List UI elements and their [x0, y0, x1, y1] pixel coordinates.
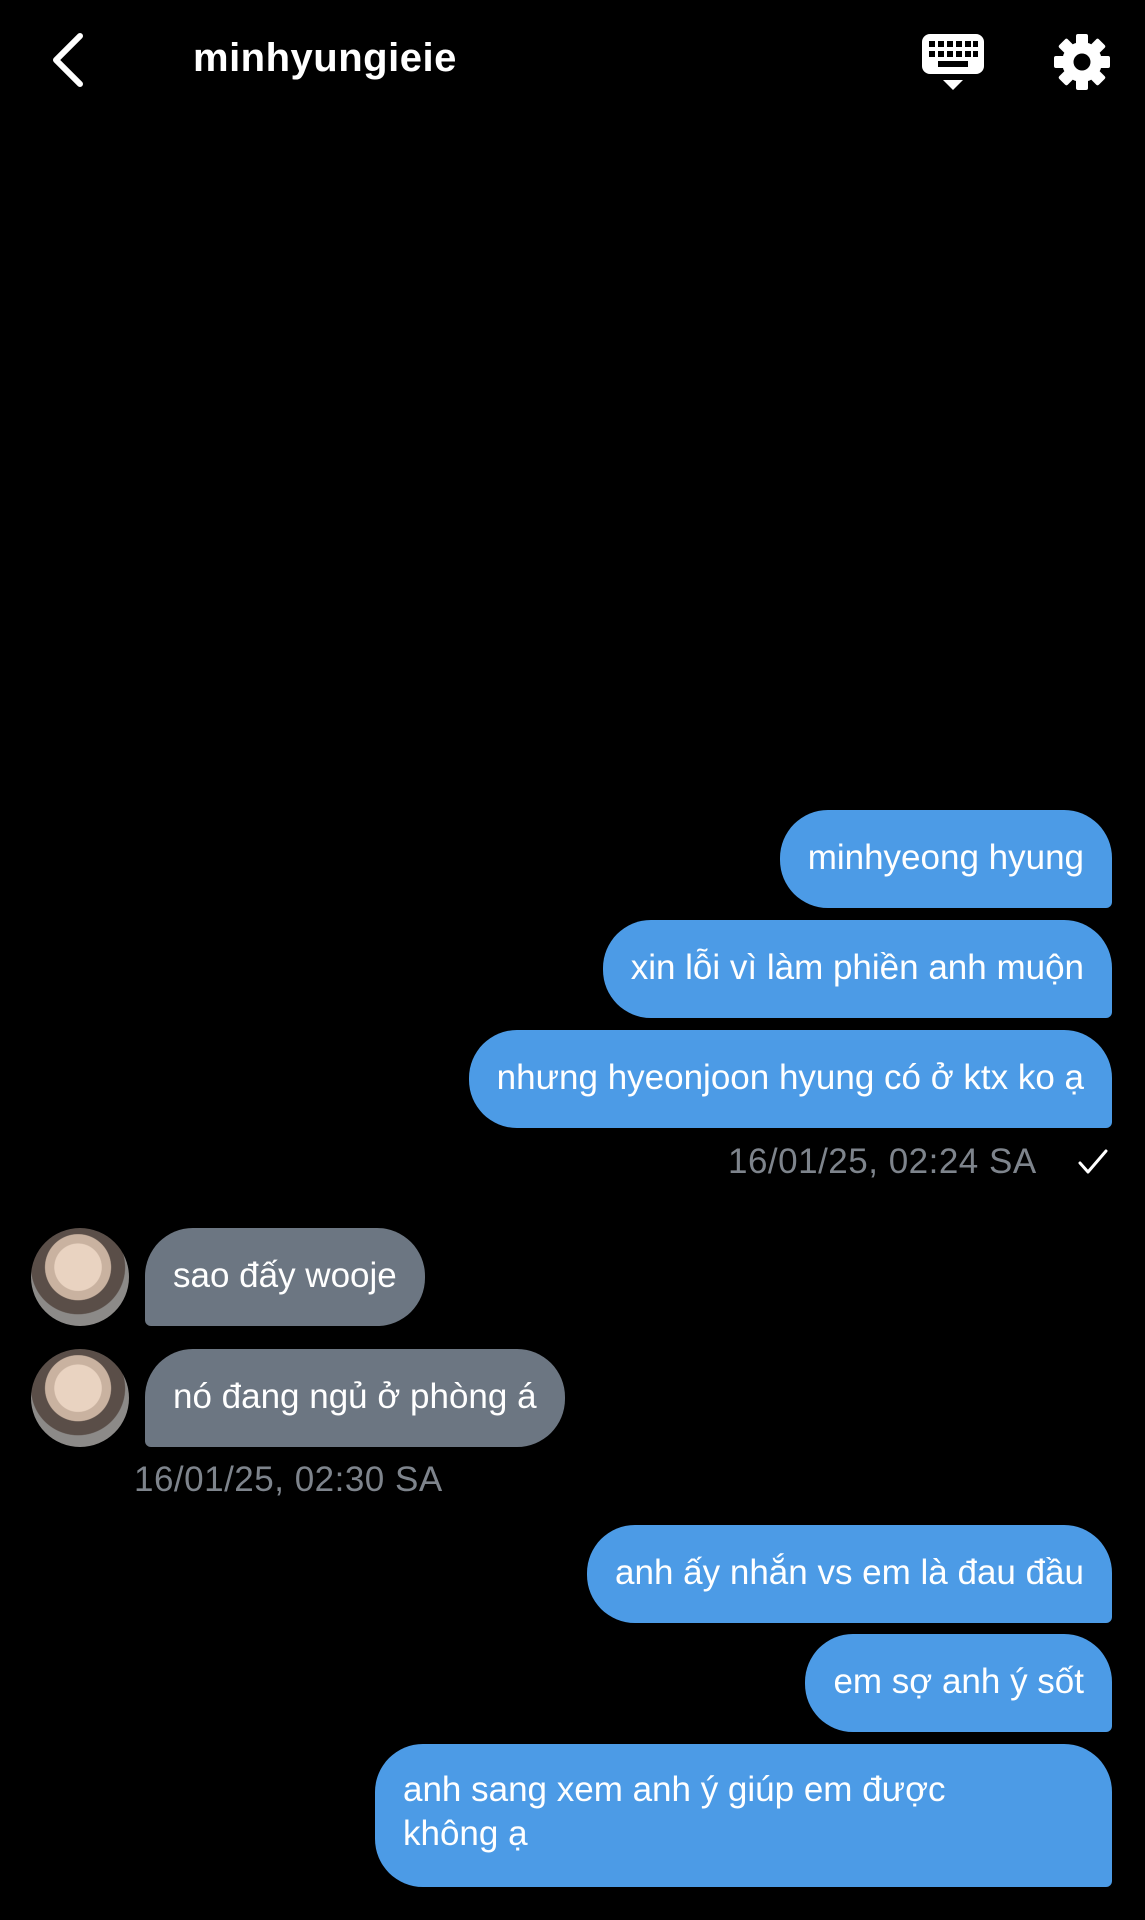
message-text: nó đang ngủ ở phòng á	[173, 1377, 537, 1416]
outgoing-message[interactable]: anh sang xem anh ý giúp em được không ạ	[375, 1744, 1112, 1887]
outgoing-message[interactable]: nhưng hyeonjoon hyung có ở ktx ko ạ	[468, 1030, 1112, 1128]
message-text-line: anh sang xem anh ý giúp em được	[403, 1770, 946, 1809]
message-text: nhưng hyeonjoon hyung có ở ktx ko ạ	[496, 1058, 1084, 1097]
outgoing-message[interactable]: xin lỗi vì làm phiền anh muộn	[602, 920, 1112, 1018]
message-text: anh ấy nhắn vs em là đau đầu	[615, 1553, 1084, 1592]
incoming-message[interactable]: sao đấy wooje	[145, 1228, 425, 1326]
outgoing-message[interactable]: anh ấy nhắn vs em là đau đầu	[587, 1525, 1112, 1623]
timestamp: 16/01/25, 02:30 SA	[134, 1460, 443, 1499]
message-text: sao đấy wooje	[173, 1256, 397, 1295]
avatar[interactable]	[31, 1349, 129, 1447]
outgoing-message[interactable]: em sợ anh ý sốt	[805, 1634, 1112, 1732]
message-text: xin lỗi vì làm phiền anh muộn	[630, 948, 1084, 987]
message-text-line: không ạ	[403, 1814, 528, 1853]
checkmark-icon	[1078, 1149, 1108, 1174]
outgoing-message[interactable]: minhyeong hyung	[779, 810, 1112, 908]
timestamp: 16/01/25, 02:24 SA	[728, 1142, 1037, 1181]
message-text: minhyeong hyung	[807, 838, 1084, 877]
message-thread: minhyeong hyung xin lỗi vì làm phiền anh…	[0, 0, 1145, 1920]
avatar[interactable]	[31, 1228, 129, 1326]
message-text: em sợ anh ý sốt	[833, 1662, 1084, 1701]
incoming-message[interactable]: nó đang ngủ ở phòng á	[145, 1349, 565, 1447]
